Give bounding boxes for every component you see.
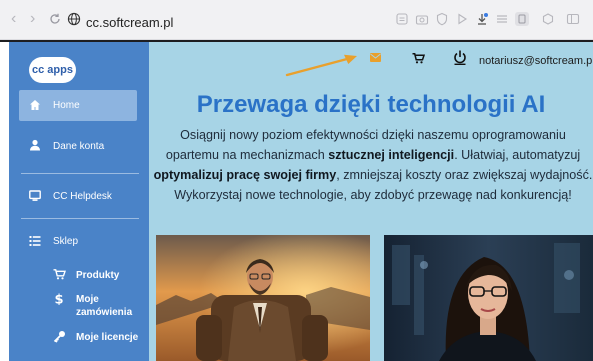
sidebar-divider [21, 173, 139, 174]
address-bar[interactable]: cc.softcream.pl [86, 15, 173, 30]
sidebar-item-helpdesk[interactable]: CC Helpdesk [19, 187, 137, 209]
reader-icon[interactable] [395, 12, 409, 26]
sidebar: cc apps Home Dane konta CC Helpdesk Skle… [9, 42, 149, 361]
hero-image-businessman [156, 235, 370, 361]
sidebar-subitem-licenses[interactable]: Moje licencje [49, 329, 139, 357]
sidebar-toggle-icon[interactable] [566, 12, 580, 26]
back-button[interactable]: ‹ [11, 11, 16, 27]
sidebar-divider [21, 218, 139, 219]
svg-text:$: $ [54, 293, 63, 306]
list-icon [29, 236, 41, 246]
sidebar-item-shop[interactable]: Sklep [19, 232, 137, 254]
top-bar: notariusz@softcream.pl [149, 42, 593, 86]
browser-toolbar: ‹ › cc.softcream.pl [0, 0, 593, 40]
forward-button[interactable]: › [30, 11, 35, 27]
profile-icon[interactable] [514, 11, 530, 27]
cart-icon[interactable] [412, 53, 425, 64]
logo[interactable]: cc apps [29, 57, 76, 83]
sidebar-subitem-products[interactable]: Produkty [49, 267, 139, 283]
hero-image-businesswoman [384, 235, 593, 361]
globe-icon [67, 12, 81, 26]
home-icon [30, 100, 40, 110]
play-icon[interactable] [455, 12, 469, 26]
dollar-icon: $ [54, 293, 63, 306]
reload-icon[interactable] [48, 12, 62, 26]
page-title: Przewaga dzięki technologii AI [196, 91, 546, 118]
sidebar-item-account[interactable]: Dane konta [19, 137, 137, 159]
main-content: Przewaga dzięki technologii AI Osiągnij … [149, 86, 593, 361]
user-icon [30, 139, 40, 151]
menu-icon[interactable] [495, 12, 509, 26]
extensions-icon[interactable] [541, 12, 555, 26]
download-icon[interactable] [475, 12, 489, 26]
user-email[interactable]: notariusz@softcream.pl [479, 55, 593, 67]
sidebar-subitem-orders[interactable]: $ Moje zamówienia [49, 291, 139, 319]
mail-icon[interactable] [370, 53, 381, 62]
sidebar-item-home[interactable]: Home [19, 90, 137, 121]
cart-icon [53, 269, 66, 280]
key-icon [53, 331, 65, 343]
shield-icon[interactable] [435, 12, 449, 26]
monitor-icon [29, 190, 41, 201]
annotation-arrow [285, 54, 357, 77]
camera-icon[interactable] [415, 12, 429, 26]
power-icon[interactable] [453, 50, 467, 65]
intro-text: Osiągnij nowy poziom efektywności dzięki… [153, 128, 593, 202]
